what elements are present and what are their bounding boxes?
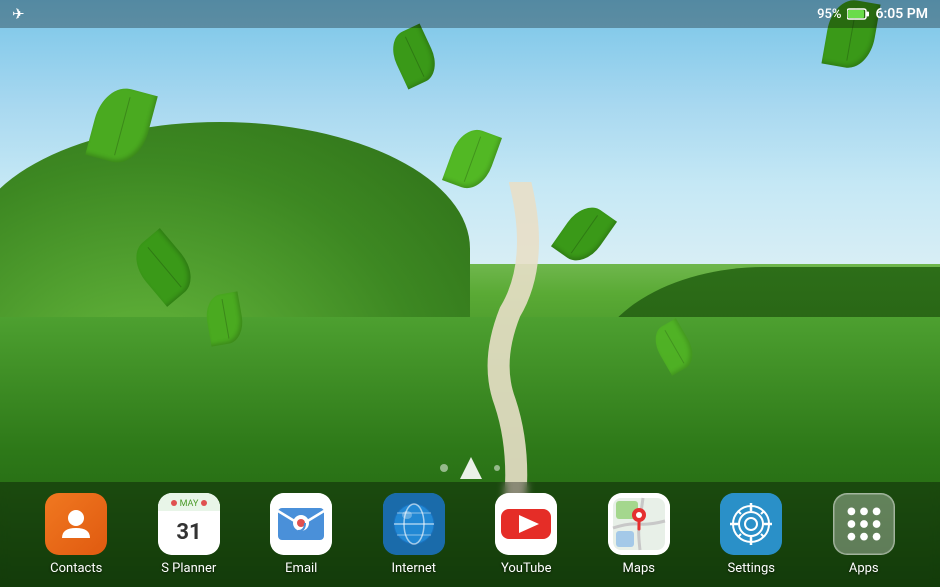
app-youtube[interactable]: YouTube	[481, 493, 571, 576]
app-internet[interactable]: Internet	[369, 493, 459, 576]
internet-label: Internet	[391, 561, 436, 576]
internet-icon	[383, 493, 445, 555]
battery-percent: 95%	[817, 7, 841, 22]
email-icon	[270, 493, 332, 555]
youtube-icon	[495, 493, 557, 555]
settings-icon	[720, 493, 782, 555]
path-svg	[0, 182, 940, 502]
splanner-label: S Planner	[161, 561, 216, 576]
home-button[interactable]	[460, 457, 482, 479]
status-right: 95% 6:05 PM	[817, 6, 928, 22]
app-contacts[interactable]: Contacts	[31, 493, 121, 576]
time-display: 6:05 PM	[875, 6, 928, 22]
page-dot-1[interactable]	[440, 464, 448, 472]
battery-icon	[847, 8, 869, 20]
app-maps[interactable]: Maps	[594, 493, 684, 576]
dock: Contacts 31 MAY S Planner	[0, 482, 940, 587]
svg-text:31: 31	[176, 520, 201, 545]
maps-icon	[608, 493, 670, 555]
home-indicator	[440, 457, 500, 479]
svg-text:MAY: MAY	[179, 499, 198, 509]
status-bar: ✈ 95% 6:05 PM	[0, 0, 940, 28]
status-left: ✈	[12, 5, 25, 23]
app-settings[interactable]: Settings	[706, 493, 796, 576]
page-dot-2[interactable]	[494, 465, 500, 471]
splanner-icon: 31 MAY	[158, 493, 220, 555]
settings-label: Settings	[728, 561, 775, 576]
contacts-label: Contacts	[50, 561, 102, 576]
contacts-icon	[45, 493, 107, 555]
app-apps[interactable]: Apps	[819, 493, 909, 576]
maps-label: Maps	[623, 561, 655, 576]
airplane-icon: ✈	[12, 5, 25, 23]
apps-icon	[833, 493, 895, 555]
email-label: Email	[285, 561, 317, 576]
app-email[interactable]: Email	[256, 493, 346, 576]
youtube-label: YouTube	[501, 561, 552, 576]
app-splanner[interactable]: 31 MAY S Planner	[144, 493, 234, 576]
apps-label: Apps	[849, 561, 879, 576]
